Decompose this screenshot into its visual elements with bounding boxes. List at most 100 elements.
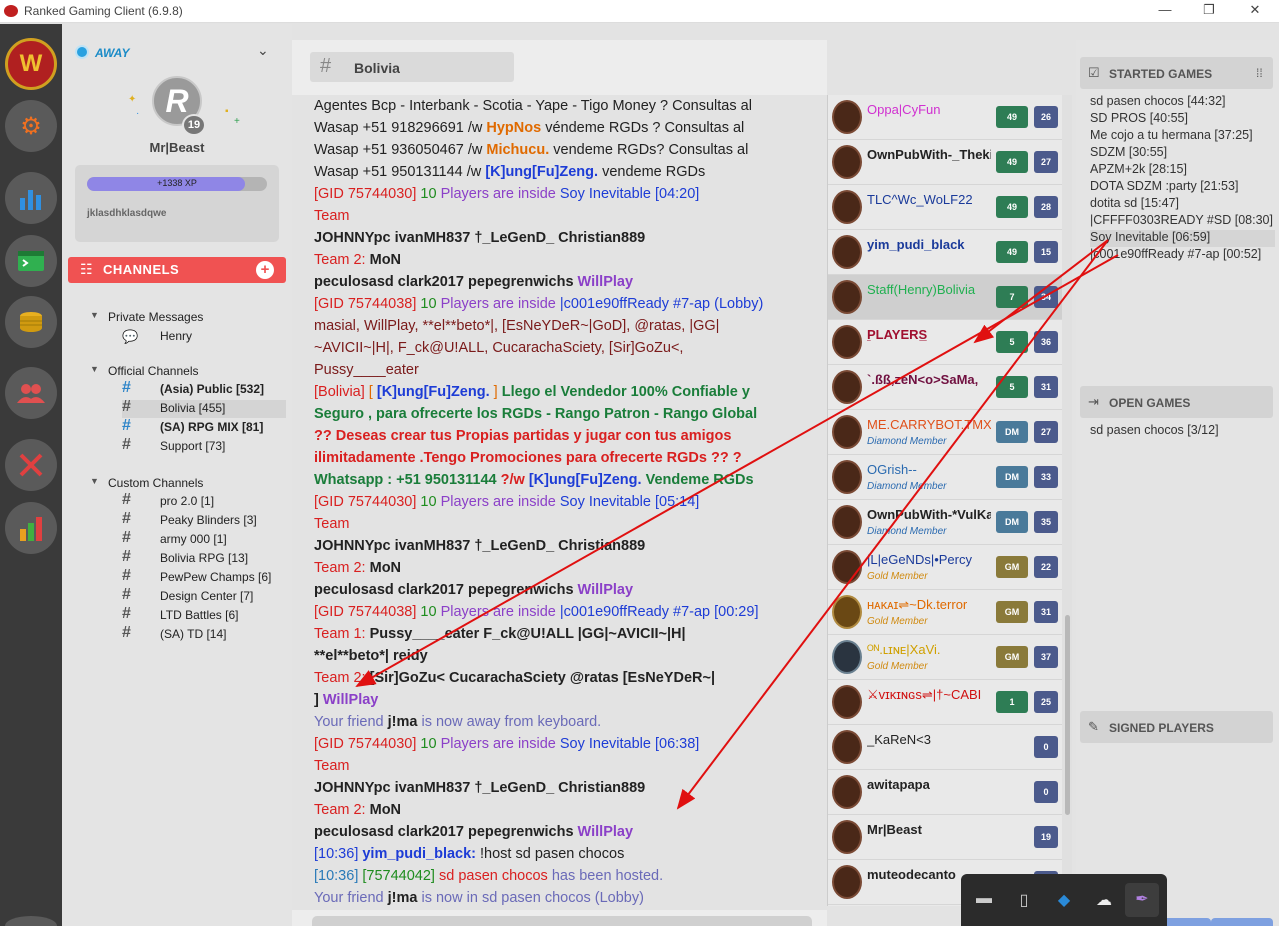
channel-item[interactable]: # (SA) TD [14]	[122, 624, 286, 644]
status-dot-icon[interactable]	[75, 45, 89, 59]
started-game-item[interactable]: sd pasen chocos [44:32]	[1090, 94, 1275, 111]
channel-item[interactable]: # LTD Battles [6]	[122, 605, 286, 625]
scrollbar-thumb[interactable]	[1065, 615, 1070, 815]
started-game-item[interactable]: Soy Inevitable [06:59]	[1090, 230, 1275, 247]
channel-item[interactable]: # (SA) RPG MIX [81]	[122, 417, 286, 437]
user-row[interactable]: OwnPubWith-_Theki 49 27	[828, 140, 1062, 185]
console-icon[interactable]	[5, 235, 57, 287]
chat-tab[interactable]: # Bolivia	[310, 52, 514, 82]
started-game-item[interactable]: Me cojo a tu hermana [37:25]	[1090, 128, 1275, 145]
open-game-item[interactable]: sd pasen chocos [3/12]	[1090, 423, 1275, 440]
started-game-item[interactable]: |c001e90ffReady #7-ap [00:52]	[1090, 247, 1275, 264]
user-row[interactable]: ⚔ᴠɪᴋɪɴɢs⇌|†~CABI 1 25	[828, 680, 1062, 725]
chat-segment: JOHNNYpc ivanMH837 †_LeGenD_ Christian88…	[314, 538, 646, 554]
user-row[interactable]: Mr|Beast 19	[828, 815, 1062, 860]
user-row[interactable]: TLC^Wc_WoLF22 49 28	[828, 185, 1062, 230]
chat-segment: 10	[416, 186, 437, 202]
channel-item[interactable]: # pro 2.0 [1]	[122, 491, 286, 511]
user-row[interactable]: _KaReN<3 0	[828, 725, 1062, 770]
channel-item[interactable]: # Support [73]	[122, 436, 286, 456]
user-row[interactable]: ᴼᴺ.ʟɪɴᴇ|XaVi. Gold Member GM 37	[828, 635, 1062, 680]
group-official-channels[interactable]: ▼ Official Channels	[90, 364, 199, 378]
started-games-header[interactable]: ☑ STARTED GAMES ⁞⁞	[1080, 57, 1273, 89]
channel-item[interactable]: # army 000 [1]	[122, 529, 286, 549]
channel-item[interactable]: # Bolivia [455]	[122, 398, 286, 418]
terminal-icon	[18, 251, 44, 271]
bar-chart-icon	[20, 190, 41, 210]
started-game-item[interactable]: APZM+2k [28:15]	[1090, 162, 1275, 179]
user-row[interactable]: ʜᴀᴋᴀɪ⇌~Dk.terror Gold Member GM 31	[828, 590, 1062, 635]
chat-input[interactable]	[312, 916, 812, 926]
footer-button[interactable]	[1211, 918, 1273, 926]
coins-icon[interactable]	[5, 296, 57, 348]
channel-item[interactable]: # Bolivia RPG [13]	[122, 548, 286, 568]
chat-segment: Whatsapp : +51 950131144	[314, 472, 497, 488]
chat-segment: 10	[416, 604, 437, 620]
shield-icon[interactable]: ◆	[1053, 890, 1075, 912]
user-row[interactable]: ME.CARRYBOT.TMX Diamond Member DM 27	[828, 410, 1062, 455]
hash-icon: #	[122, 548, 131, 565]
user-row[interactable]: Staff(Henry)Boliviа 7 34	[828, 275, 1062, 320]
rank-badge: 49	[996, 196, 1028, 218]
chat-segment: Michucu.	[486, 142, 550, 158]
chat-segment: [75744042]	[358, 868, 435, 884]
user-row[interactable]: Oppa|CyFun 49 26	[828, 95, 1062, 140]
channel-item[interactable]: # (Asia) Public [532]	[122, 379, 286, 399]
folder-icon[interactable]: ▬	[973, 890, 995, 912]
membership-label: Diamond Member	[867, 526, 947, 537]
status-label[interactable]: AWAY	[95, 46, 129, 60]
gear-icon[interactable]: ⚙	[5, 100, 57, 152]
add-channel-button[interactable]: +	[256, 261, 274, 279]
user-count-badge: 35	[1034, 511, 1058, 533]
started-game-item[interactable]: |CFFFF0303READY #SD [08:30]	[1090, 213, 1275, 230]
user-row[interactable]: |L|eGeNDs|•Percy Gold Member GM 22	[828, 545, 1062, 590]
started-game-item[interactable]: SDZM [30:55]	[1090, 145, 1275, 162]
battle-icon[interactable]	[5, 439, 57, 491]
chat-log[interactable]: Agentes Bcp - Interbank - Scotia - Yape …	[292, 95, 827, 910]
user-row[interactable]: ̲PLAYERS̲ 5 36	[828, 320, 1062, 365]
user-row[interactable]: yim_pudi_black 49 15	[828, 230, 1062, 275]
maximize-button[interactable]: ❐	[1199, 2, 1219, 18]
rank-badge: GM	[996, 601, 1028, 623]
started-game-item[interactable]: DOTA SDZM :party [21:53]	[1090, 179, 1275, 196]
pin-icon[interactable]: ⁞⁞	[1256, 66, 1263, 80]
user-row[interactable]: OwnPubWith-*VulKa Diamond Member DM 35	[828, 500, 1062, 545]
started-game-item[interactable]: SD PROS [40:55]	[1090, 111, 1275, 128]
minimize-button[interactable]: —	[1155, 2, 1175, 17]
close-button[interactable]: ✕	[1245, 2, 1265, 18]
channel-item[interactable]: # PewPew Champs [6]	[122, 567, 286, 587]
user-name: Mr|Beast	[867, 822, 922, 837]
rank-badge: GM	[996, 646, 1028, 668]
chat-line: ~AVICII~|H|, F_ck@U!ALL, CucarachaSciety…	[314, 337, 819, 359]
usb-icon[interactable]: ▯	[1013, 890, 1035, 912]
feather-icon[interactable]: ✒	[1125, 883, 1159, 917]
chevron-down-icon[interactable]: ⌄	[257, 42, 269, 59]
chat-segment: Players are inside	[436, 604, 556, 620]
user-row[interactable]: `.ßß,zeN<o>SaMa, 5 31	[828, 365, 1062, 410]
rail-more-icon[interactable]	[5, 916, 57, 926]
cloud-icon[interactable]: ☁	[1093, 890, 1115, 912]
group-custom-channels[interactable]: ▼ Custom Channels	[90, 476, 203, 490]
games-panel: ☑ STARTED GAMES ⁞⁞ sd pasen chocos [44:3…	[1076, 40, 1279, 926]
chat-segment: [K]ung[Fu]Zeng.	[528, 472, 642, 488]
ladder-icon[interactable]	[5, 502, 57, 554]
open-games-header[interactable]: ⇥ OPEN GAMES	[1080, 386, 1273, 418]
channel-item[interactable]: # Peaky Blinders [3]	[122, 510, 286, 530]
user-name: ̲PLAYERS̲	[867, 327, 928, 342]
started-game-item[interactable]: dotita sd [15:47]	[1090, 196, 1275, 213]
hash-icon: #	[122, 567, 131, 584]
user-row[interactable]: OGrish-- Diamond Member DM 33	[828, 455, 1062, 500]
user-row[interactable]: awitapapa 0	[828, 770, 1062, 815]
group-private-messages[interactable]: ▼ Private Messages	[90, 310, 203, 324]
signed-players-header[interactable]: ✎ SIGNED PLAYERS	[1080, 711, 1273, 743]
chat-line: [Bolivia] [ [K]ung[Fu]Zeng. ] Llego el V…	[314, 381, 819, 403]
friends-icon[interactable]	[5, 367, 57, 419]
chat-line: JOHNNYpc ivanMH837 †_LeGenD_ Christian88…	[314, 777, 819, 799]
warcraft-logo-icon[interactable]: W	[5, 38, 57, 90]
channels-title: CHANNELS	[103, 262, 180, 277]
stats-icon[interactable]	[5, 172, 57, 224]
channel-item[interactable]: 💬 Henry	[122, 328, 286, 346]
user-list-scrollbar[interactable]	[1062, 95, 1072, 906]
channel-item[interactable]: # Design Center [7]	[122, 586, 286, 606]
user-list[interactable]: Oppa|CyFun 49 26 OwnPubWith-_Theki 49 27 TLC^W…	[827, 95, 1072, 906]
